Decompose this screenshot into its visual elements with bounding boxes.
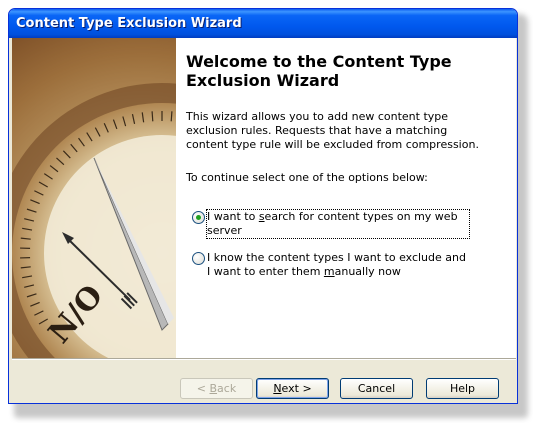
wizard-window: Content Type Exclusion Wizard N/O Welcom… xyxy=(8,8,518,404)
compass-illustration: N/O xyxy=(12,38,176,358)
button-bar: < Back Next > Cancel Help xyxy=(12,378,516,400)
option-search-label: I want to search for content types on my… xyxy=(206,209,470,239)
options-prompt: To continue select one of the options be… xyxy=(186,171,428,184)
next-button[interactable]: Next > xyxy=(256,378,329,399)
cancel-button[interactable]: Cancel xyxy=(340,378,413,399)
compass-dial-image: N/O xyxy=(12,38,176,358)
title-bar[interactable]: Content Type Exclusion Wizard xyxy=(9,9,517,38)
button-separator xyxy=(12,358,516,360)
option-manual-label: I know the content types I want to exclu… xyxy=(207,251,466,278)
radio-search-web-server[interactable] xyxy=(192,211,205,224)
wizard-content: N/O Welcome to the Content Type Exclusio… xyxy=(12,38,516,358)
option-search-web-server[interactable]: I want to search for content types on my… xyxy=(192,209,470,239)
wizard-heading: Welcome to the Content Type Exclusion Wi… xyxy=(186,52,452,90)
radio-enter-manually[interactable] xyxy=(192,252,205,265)
help-button[interactable]: Help xyxy=(426,378,499,399)
dialog-body: N/O Welcome to the Content Type Exclusio… xyxy=(12,38,516,400)
back-button[interactable]: < Back xyxy=(180,378,253,399)
option-enter-manually[interactable]: I know the content types I want to exclu… xyxy=(192,251,469,279)
window-title: Content Type Exclusion Wizard xyxy=(16,16,242,31)
wizard-description: This wizard allows you to add new conten… xyxy=(186,110,479,151)
